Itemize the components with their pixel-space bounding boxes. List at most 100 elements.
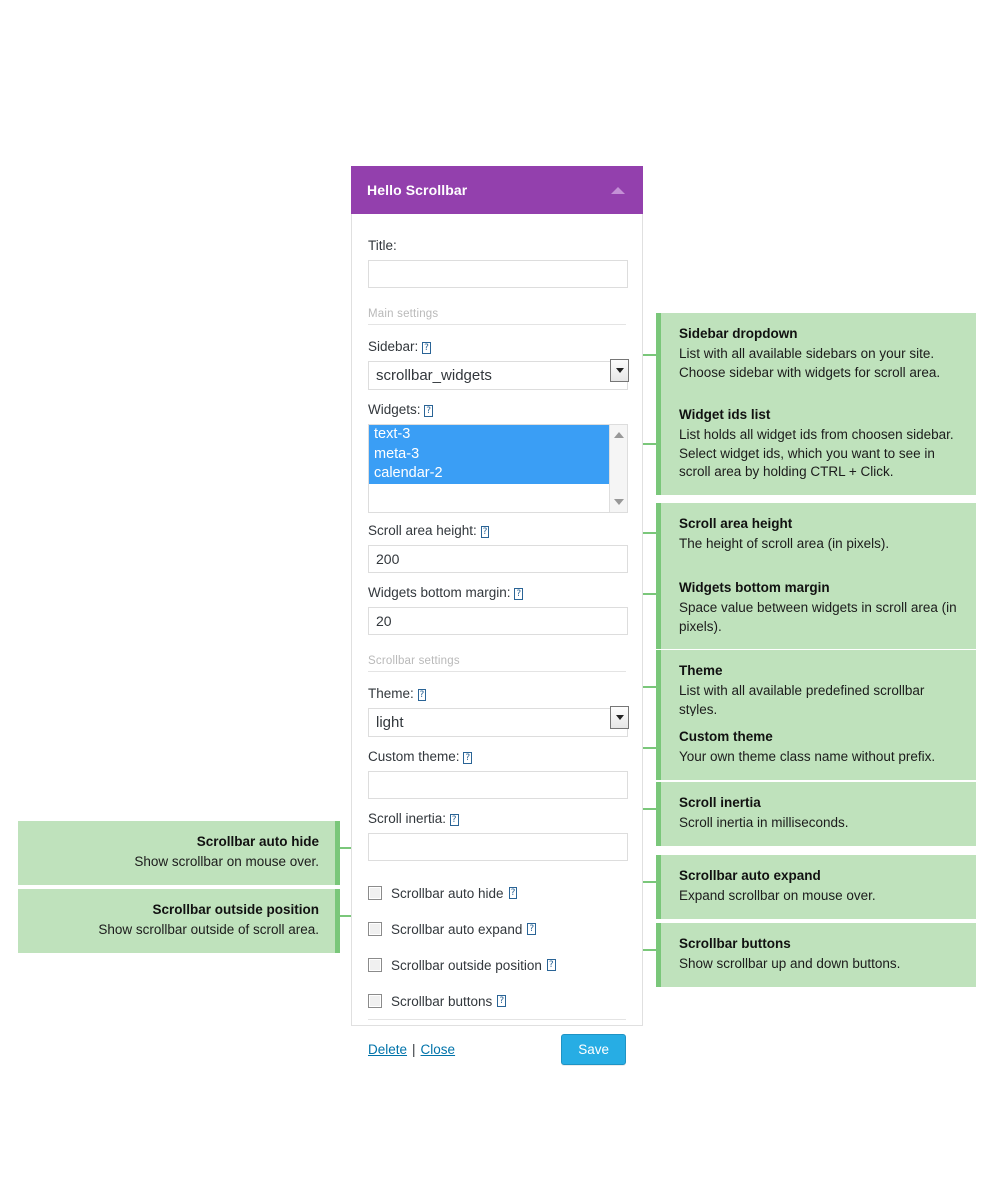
theme-select-value[interactable]: light: [368, 708, 628, 737]
help-icon-theme[interactable]: ?: [417, 689, 427, 701]
widgets-listbox[interactable]: text-3 meta-3 calendar-2: [368, 424, 628, 513]
callout-body: Show scrollbar up and down buttons.: [679, 956, 901, 971]
section-header-main-settings: Main settings: [368, 292, 626, 325]
help-icon-custom-theme[interactable]: ?: [463, 752, 473, 764]
theme-label-text: Theme:: [368, 686, 414, 701]
help-icon-scrollbar-auto-hide[interactable]: ?: [508, 887, 518, 899]
checkbox-scrollbar-buttons[interactable]: [368, 994, 382, 1008]
sidebar-select[interactable]: scrollbar_widgets: [368, 359, 629, 390]
callout-title: Widgets bottom margin: [679, 580, 830, 595]
panel-header[interactable]: Hello Scrollbar: [351, 166, 643, 214]
custom-theme-label: Custom theme: ?: [368, 749, 626, 765]
field-theme: Theme: ? light: [368, 686, 629, 737]
scroll-area-height-label: Scroll area height: ?: [368, 523, 626, 539]
callout-scrollbar-buttons: Scrollbar buttons Show scrollbar up and …: [656, 923, 976, 987]
callout-title: Scrollbar buttons: [679, 936, 791, 951]
field-scroll-area-height: Scroll area height: ?: [368, 523, 628, 573]
checkbox-row-scrollbar-auto-expand[interactable]: Scrollbar auto expand ?: [368, 921, 626, 937]
callout-title: Custom theme: [679, 729, 773, 744]
checkbox-label-scrollbar-auto-expand: Scrollbar auto expand: [391, 921, 523, 937]
callout-body: Your own theme class name without prefix…: [679, 749, 936, 764]
callout-title: Scroll area height: [679, 516, 793, 531]
scroll-up-arrow-icon[interactable]: [610, 427, 627, 443]
callout-body: List with all available sidebars on your…: [679, 346, 941, 380]
callout-scroll-area-height: Scroll area height The height of scroll …: [656, 503, 976, 567]
scroll-area-height-input[interactable]: [368, 545, 628, 573]
field-widgets: Widgets: ? text-3 meta-3 calendar-2: [368, 402, 628, 513]
listbox-scrollbar[interactable]: [609, 425, 627, 512]
help-icon-sidebar[interactable]: ?: [422, 342, 431, 354]
scroll-area-height-label-text: Scroll area height:: [368, 523, 477, 538]
theme-label: Theme: ?: [368, 686, 626, 702]
list-item[interactable]: meta-3: [369, 444, 627, 464]
scroll-inertia-label-text: Scroll inertia:: [368, 811, 447, 826]
custom-theme-input[interactable]: [368, 771, 628, 799]
callout-title: Widget ids list: [679, 407, 771, 422]
widgets-label-text: Widgets:: [368, 402, 421, 417]
section-header-scrollbar-settings: Scrollbar settings: [368, 639, 626, 672]
checkbox-scrollbar-auto-expand[interactable]: [368, 922, 382, 936]
triangle-up-icon[interactable]: [611, 186, 625, 194]
callout-widget-ids-list: Widget ids list List holds all widget id…: [656, 394, 976, 495]
checkbox-scrollbar-outside-position[interactable]: [368, 958, 382, 972]
scroll-inertia-input[interactable]: [368, 833, 628, 861]
callout-body: List holds all widget ids from choosen s…: [679, 427, 954, 479]
callout-body: Show scrollbar outside of scroll area.: [98, 922, 319, 937]
callout-scroll-inertia: Scroll inertia Scroll inertia in millise…: [656, 782, 976, 846]
widgets-options: text-3 meta-3 calendar-2: [369, 425, 627, 484]
sidebar-select-value[interactable]: scrollbar_widgets: [368, 361, 628, 390]
widgets-bottom-margin-label-text: Widgets bottom margin:: [368, 585, 511, 600]
help-icon-scroll-area-height[interactable]: ?: [480, 526, 490, 538]
delete-link[interactable]: Delete: [368, 1042, 407, 1057]
panel-body: Title: Main settings Sidebar: ? scrollba…: [352, 166, 642, 1081]
widgets-bottom-margin-input[interactable]: [368, 607, 628, 635]
widgets-label: Widgets: ?: [368, 402, 626, 418]
callout-body: List with all available predefined scrol…: [679, 683, 925, 717]
field-custom-theme: Custom theme: ?: [368, 749, 628, 799]
callout-title: Theme: [679, 663, 723, 678]
save-button[interactable]: Save: [561, 1034, 626, 1065]
callout-title: Scrollbar outside position: [152, 902, 319, 917]
help-icon-widgets[interactable]: ?: [424, 405, 434, 417]
sidebar-label-text: Sidebar:: [368, 339, 419, 354]
scroll-down-arrow-icon[interactable]: [610, 494, 627, 510]
widgets-bottom-margin-label: Widgets bottom margin: ?: [368, 585, 626, 601]
callout-body: Expand scrollbar on mouse over.: [679, 888, 876, 903]
checkbox-row-scrollbar-buttons[interactable]: Scrollbar buttons ?: [368, 993, 626, 1009]
callout-scrollbar-outside-position: Scrollbar outside position Show scrollba…: [18, 889, 340, 953]
checkbox-label-scrollbar-buttons: Scrollbar buttons: [391, 993, 493, 1009]
callout-body: Show scrollbar on mouse over.: [134, 854, 319, 869]
checkbox-row-scrollbar-auto-hide[interactable]: Scrollbar auto hide ?: [368, 885, 626, 901]
page-title: Hello Scrollbar: [367, 182, 468, 198]
callout-sidebar-dropdown: Sidebar dropdown List with all available…: [656, 313, 976, 395]
close-link[interactable]: Close: [421, 1042, 456, 1057]
callout-body: Space value between widgets in scroll ar…: [679, 600, 957, 634]
theme-select[interactable]: light: [368, 706, 629, 737]
callout-title: Sidebar dropdown: [679, 326, 798, 341]
field-sidebar: Sidebar: ? scrollbar_widgets: [368, 339, 629, 390]
footer-separator: |: [412, 1042, 416, 1057]
help-icon-scrollbar-buttons[interactable]: ?: [497, 995, 507, 1007]
widget-settings-panel: Title: Main settings Sidebar: ? scrollba…: [351, 166, 643, 1065]
callout-title: Scroll inertia: [679, 795, 761, 810]
callout-body: The height of scroll area (in pixels).: [679, 536, 890, 551]
checkbox-label-scrollbar-auto-hide: Scrollbar auto hide: [391, 885, 504, 901]
callout-title: Scrollbar auto expand: [679, 868, 821, 883]
screenshot-root: Title: Main settings Sidebar: ? scrollba…: [0, 0, 1000, 1200]
help-icon-widgets-bottom-margin[interactable]: ?: [514, 588, 524, 600]
checkbox-scrollbar-auto-hide[interactable]: [368, 886, 382, 900]
list-item[interactable]: calendar-2: [369, 464, 627, 484]
chevron-down-icon-sidebar[interactable]: [610, 359, 629, 382]
checkbox-label-scrollbar-outside-position: Scrollbar outside position: [391, 957, 542, 973]
callout-scrollbar-auto-hide: Scrollbar auto hide Show scrollbar on mo…: [18, 821, 340, 885]
list-item[interactable]: text-3: [369, 425, 627, 445]
panel-footer: Delete | Close Save: [368, 1019, 626, 1065]
callout-scrollbar-auto-expand: Scrollbar auto expand Expand scrollbar o…: [656, 855, 976, 919]
title-input[interactable]: [368, 260, 628, 288]
scroll-inertia-label: Scroll inertia: ?: [368, 811, 626, 827]
help-icon-scrollbar-outside-position[interactable]: ?: [546, 959, 556, 971]
help-icon-scrollbar-auto-expand[interactable]: ?: [527, 923, 537, 935]
checkbox-row-scrollbar-outside-position[interactable]: Scrollbar outside position ?: [368, 957, 626, 973]
help-icon-scroll-inertia[interactable]: ?: [449, 814, 459, 826]
chevron-down-icon-theme[interactable]: [610, 706, 629, 729]
